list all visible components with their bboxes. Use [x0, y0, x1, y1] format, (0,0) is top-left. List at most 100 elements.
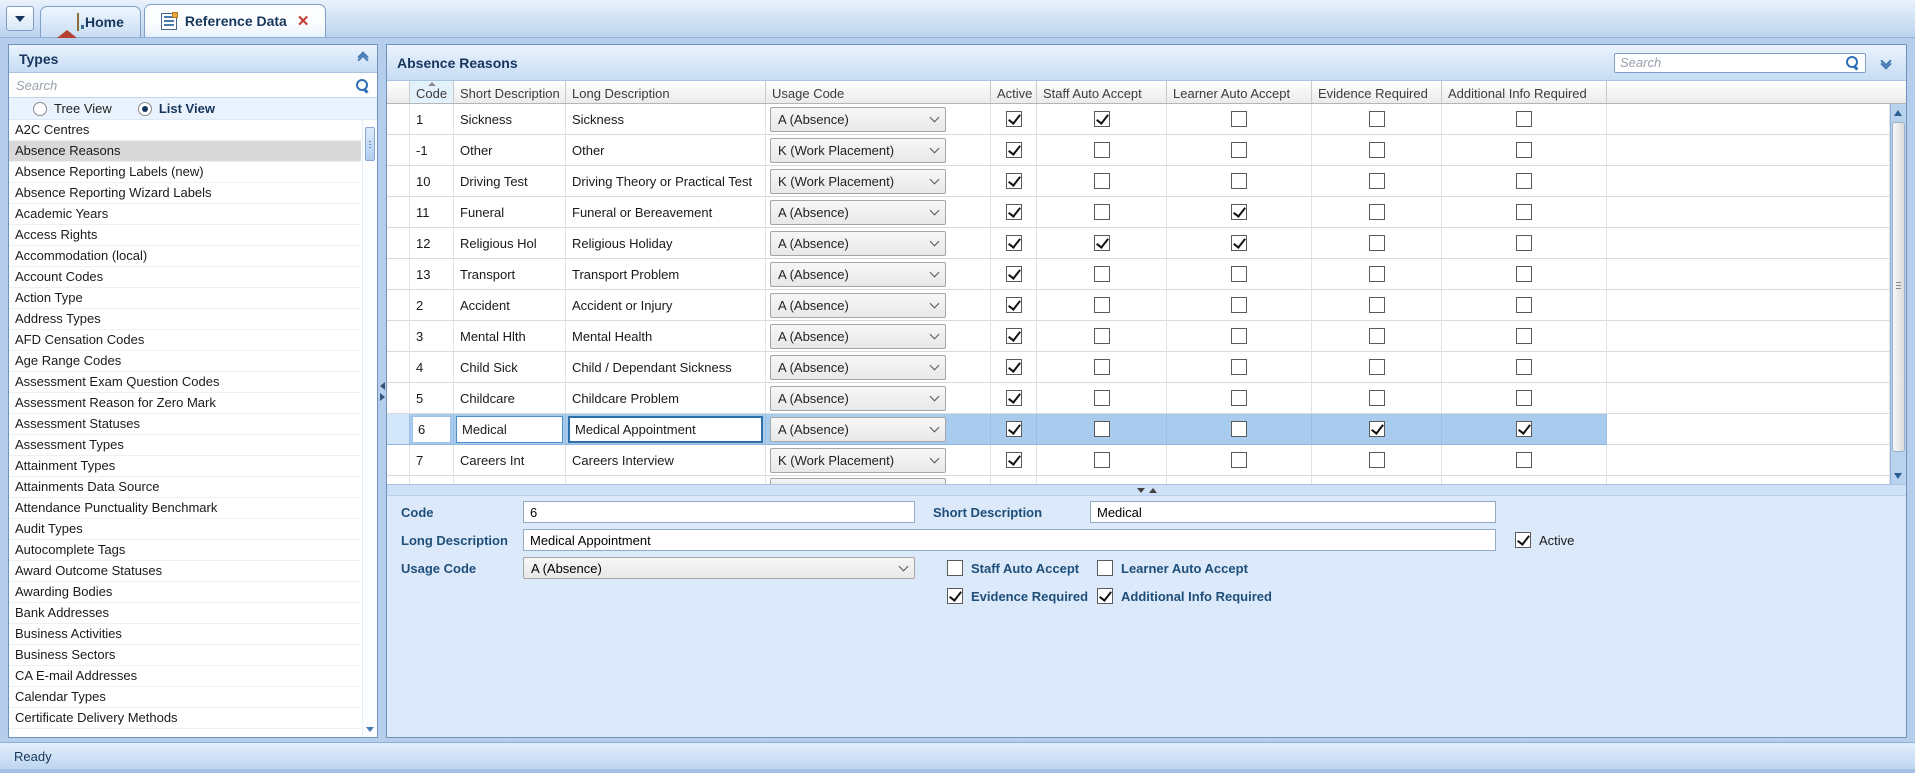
active-checkbox[interactable] [1006, 235, 1022, 251]
row-indicator[interactable] [387, 228, 410, 259]
cell-evidence[interactable] [1312, 259, 1442, 290]
cell-long-description[interactable]: Other [566, 135, 766, 166]
cell-staff[interactable] [1037, 104, 1167, 135]
cell-short-description[interactable]: Driving Test [454, 166, 566, 197]
types-list-item[interactable]: Accommodation (local) [9, 246, 361, 267]
usage-code-dropdown[interactable]: A (Absence) [770, 417, 946, 442]
cell-evidence[interactable] [1312, 135, 1442, 166]
learner-auto-accept-checkbox[interactable] [1231, 142, 1247, 158]
cell-short-description[interactable]: Child Sick [454, 352, 566, 383]
evidence-required-checkbox[interactable] [1369, 142, 1385, 158]
cell-short-description[interactable]: Sickness [454, 104, 566, 135]
cell-additional[interactable] [1442, 166, 1607, 197]
usage-code-dropdown[interactable]: A (Absence) [770, 355, 946, 380]
close-tab-icon[interactable]: ✕ [297, 14, 310, 29]
cell-long-description[interactable]: Accident or Injury [566, 290, 766, 321]
cell-additional[interactable] [1442, 414, 1607, 445]
grid-row-partial[interactable] [387, 476, 1890, 484]
active-checkbox[interactable] [1515, 532, 1531, 548]
column-header-code[interactable]: Code [410, 81, 454, 103]
cell-code[interactable]: 10 [410, 166, 454, 197]
cell-additional[interactable] [1442, 445, 1607, 476]
long-description-field[interactable]: Medical Appointment [523, 529, 1496, 551]
active-checkbox[interactable] [1006, 266, 1022, 282]
cell-long-description[interactable]: Funeral or Bereavement [566, 197, 766, 228]
staff-auto-accept-field[interactable]: Staff Auto Accept [947, 560, 1079, 576]
column-header-learner-auto-accept[interactable]: Learner Auto Accept [1167, 81, 1312, 103]
row-indicator[interactable] [387, 104, 410, 135]
cell-learner[interactable] [1167, 352, 1312, 383]
cell-usage-code[interactable]: A (Absence) [766, 104, 991, 135]
usage-code-dropdown[interactable]: A (Absence) [770, 386, 946, 411]
tab-home[interactable]: Home [40, 6, 141, 37]
scroll-down-icon[interactable] [1894, 473, 1902, 479]
cell-active[interactable] [991, 228, 1037, 259]
cell-code[interactable]: 13 [410, 259, 454, 290]
staff-auto-accept-checkbox[interactable] [1094, 359, 1110, 375]
column-header-staff-auto-accept[interactable]: Staff Auto Accept [1037, 81, 1167, 103]
active-checkbox[interactable] [1006, 452, 1022, 468]
cell-additional[interactable] [1442, 197, 1607, 228]
cell-short-description[interactable]: Mental Hlth [454, 321, 566, 352]
cell-active[interactable] [991, 383, 1037, 414]
search-icon[interactable] [355, 78, 370, 93]
cell-staff[interactable] [1037, 135, 1167, 166]
evidence-required-field[interactable]: Evidence Required [947, 588, 1088, 604]
staff-auto-accept-checkbox[interactable] [1094, 452, 1110, 468]
usage-code-dropdown[interactable]: A (Absence) [523, 557, 915, 579]
usage-code-dropdown[interactable]: K (Work Placement) [770, 138, 946, 163]
cell-usage-code[interactable]: K (Work Placement) [766, 135, 991, 166]
cell-short-description[interactable]: Religious Hol [454, 228, 566, 259]
cell-long-description[interactable]: Medical Appointment [566, 414, 766, 445]
cell-learner[interactable] [1167, 383, 1312, 414]
cell-long-description[interactable]: Driving Theory or Practical Test [566, 166, 766, 197]
cell-staff[interactable] [1037, 321, 1167, 352]
cell-evidence[interactable] [1312, 414, 1442, 445]
active-checkbox[interactable] [1006, 142, 1022, 158]
cell-staff[interactable] [1037, 352, 1167, 383]
cell-usage-code[interactable]: A (Absence) [766, 228, 991, 259]
additional-info-required-checkbox[interactable] [1516, 204, 1532, 220]
panel-splitter-horizontal[interactable] [387, 484, 1906, 496]
learner-auto-accept-checkbox[interactable] [1231, 452, 1247, 468]
evidence-required-checkbox[interactable] [1369, 452, 1385, 468]
row-indicator[interactable] [387, 135, 410, 166]
tab-list-dropdown-button[interactable] [6, 6, 34, 31]
active-checkbox-field[interactable]: Active [1515, 532, 1574, 548]
cell-long-description[interactable]: Transport Problem [566, 259, 766, 290]
learner-auto-accept-checkbox[interactable] [1231, 204, 1247, 220]
cell-usage-code[interactable]: K (Work Placement) [766, 166, 991, 197]
types-list-item[interactable]: Age Range Codes [9, 351, 361, 372]
cell-code[interactable]: 1 [410, 104, 454, 135]
cell-long-description[interactable]: Careers Interview [566, 445, 766, 476]
staff-auto-accept-checkbox[interactable] [1094, 235, 1110, 251]
types-list-item[interactable]: CA E-mail Addresses [9, 666, 361, 687]
types-search-input[interactable] [16, 78, 355, 93]
cell-short-description[interactable]: Medical [454, 414, 566, 445]
cell-code[interactable]: 5 [410, 383, 454, 414]
grid-row[interactable]: 6MedicalMedical AppointmentA (Absence) [387, 414, 1890, 445]
usage-code-dropdown[interactable]: A (Absence) [770, 293, 946, 318]
evidence-required-checkbox[interactable] [1369, 204, 1385, 220]
staff-auto-accept-checkbox[interactable] [1094, 390, 1110, 406]
learner-auto-accept-checkbox[interactable] [1231, 297, 1247, 313]
types-list-item[interactable]: Award Outcome Statuses [9, 561, 361, 582]
scrollbar-thumb[interactable] [1892, 122, 1905, 452]
cell-active[interactable] [991, 321, 1037, 352]
grid-row[interactable]: 10Driving TestDriving Theory or Practica… [387, 166, 1890, 197]
types-list-item[interactable]: Address Types [9, 309, 361, 330]
column-header-long-description[interactable]: Long Description [566, 81, 766, 103]
column-header-usage-code[interactable]: Usage Code [766, 81, 991, 103]
additional-info-required-checkbox[interactable] [1516, 359, 1532, 375]
expand-options-icon[interactable] [1882, 57, 1890, 68]
cell-active[interactable] [991, 414, 1037, 445]
staff-auto-accept-checkbox[interactable] [1094, 328, 1110, 344]
types-list-item[interactable]: Assessment Exam Question Codes [9, 372, 361, 393]
cell-usage-code[interactable]: A (Absence) [766, 414, 991, 445]
active-checkbox[interactable] [1006, 297, 1022, 313]
learner-auto-accept-checkbox[interactable] [1231, 173, 1247, 189]
column-header-evidence-required[interactable]: Evidence Required [1312, 81, 1442, 103]
grid-search-input[interactable] [1620, 55, 1845, 70]
types-list-item[interactable]: Business Activities [9, 624, 361, 645]
grid-row[interactable]: 3Mental HlthMental HealthA (Absence) [387, 321, 1890, 352]
